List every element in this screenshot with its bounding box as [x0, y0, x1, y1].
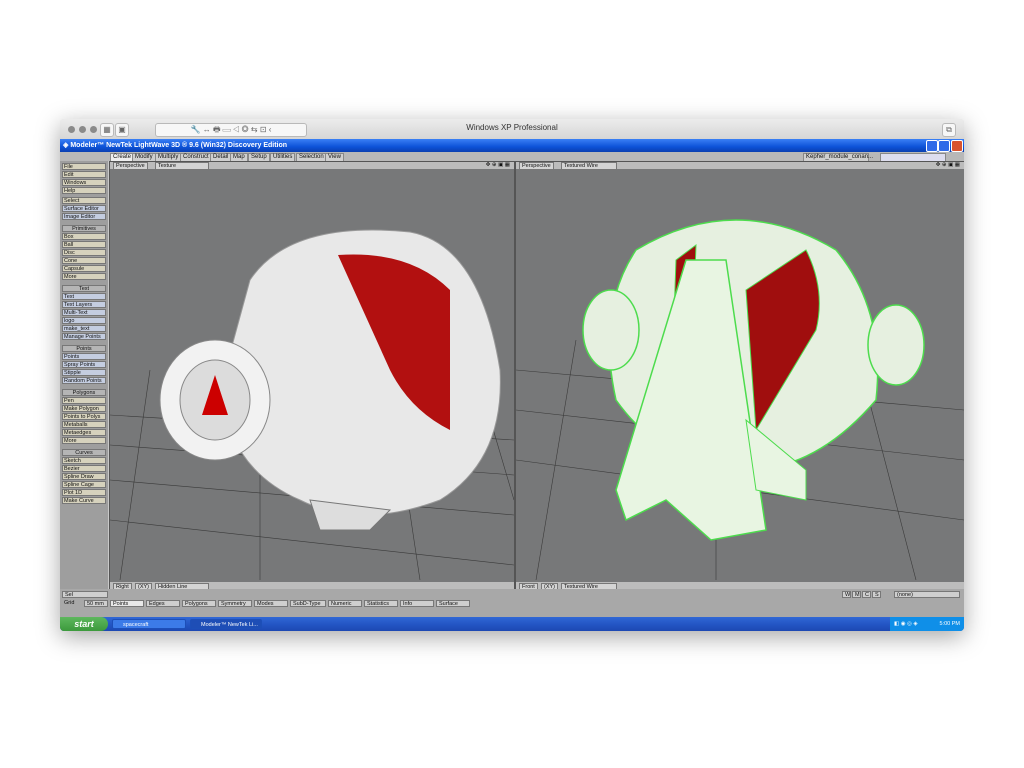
- disc-button[interactable]: Disc: [62, 249, 106, 256]
- clock: 5:00 PM: [939, 621, 960, 627]
- manage-points-button[interactable]: Manage Points: [62, 333, 106, 340]
- menu-tabs: Create Modify Multiply Construct Detail …: [60, 152, 964, 162]
- layer-c-button[interactable]: C: [862, 591, 871, 598]
- edges-mode-button[interactable]: Edges: [146, 600, 180, 607]
- symmetry-button[interactable]: Symmetry: [218, 600, 252, 607]
- text-header: Text: [62, 285, 106, 292]
- make-polygon-button[interactable]: Make Polygon: [62, 405, 106, 412]
- app-icon: ◈: [63, 142, 69, 149]
- render-mode-select[interactable]: Texture: [155, 162, 209, 170]
- surface-editor-button[interactable]: Surface Editor: [62, 205, 106, 212]
- select-menu[interactable]: Select: [62, 197, 106, 204]
- make-curve-button[interactable]: Make Curve: [62, 497, 106, 504]
- subd-type-button[interactable]: SubD-Type: [290, 600, 326, 607]
- layer-w-button[interactable]: W: [842, 591, 851, 598]
- spray-points-button[interactable]: Spray Points: [62, 361, 106, 368]
- stipple-button[interactable]: Stipple: [62, 369, 106, 376]
- points-button[interactable]: Points: [62, 353, 106, 360]
- xp-desktop: ◈ Modeler™ NewTek LightWave 3D ® 9.6 (Wi…: [60, 139, 964, 631]
- grid-label: Grid: [62, 600, 84, 607]
- image-editor-button[interactable]: Image Editor: [62, 213, 106, 220]
- task-modeler[interactable]: Modeler™ NewTek Li...: [190, 619, 262, 629]
- grid-value: 50 mm: [84, 600, 108, 607]
- render-mode-select-right[interactable]: Textured Wire: [561, 162, 617, 170]
- points-mode-button[interactable]: Points: [110, 600, 144, 607]
- info-button[interactable]: Info: [400, 600, 434, 607]
- edit-menu[interactable]: Edit: [62, 171, 106, 178]
- numeric-button[interactable]: Numeric: [328, 600, 362, 607]
- statistics-button[interactable]: Statistics: [364, 600, 398, 607]
- box-button[interactable]: Box: [62, 233, 106, 240]
- text-button[interactable]: Text: [62, 293, 106, 300]
- spline-draw-button[interactable]: Spline Draw: [62, 473, 106, 480]
- modeler-title: Modeler™ NewTek LightWave 3D ® 9.6 (Win3…: [70, 142, 288, 149]
- layer-s-button[interactable]: S: [872, 591, 881, 598]
- taskbar: start spacecraft Modeler™ NewTek Li... ◧…: [60, 617, 964, 631]
- surface-select[interactable]: (none): [894, 591, 960, 598]
- plot-1d-button[interactable]: Plot 1D: [62, 489, 106, 496]
- viewport-controls-icon[interactable]: ✥ ⊕ ▣ ▦: [486, 162, 510, 169]
- ship-textured-view: [110, 229, 514, 580]
- windows-menu[interactable]: Windows: [62, 179, 106, 186]
- layer-m-button[interactable]: M: [852, 591, 861, 598]
- status-bar: Sel Grid 50 mm Points Edges Polygons Sym…: [60, 589, 964, 617]
- ball-button[interactable]: Ball: [62, 241, 106, 248]
- text-layers-button[interactable]: Text Layers: [62, 301, 106, 308]
- sketch-button[interactable]: Sketch: [62, 457, 106, 464]
- fullscreen-icon[interactable]: ⧉: [942, 123, 956, 137]
- view-type-select-right[interactable]: Perspective: [519, 162, 554, 170]
- logo-button[interactable]: logo: [62, 317, 106, 324]
- more-primitives-button[interactable]: More: [62, 273, 106, 280]
- make-text-button[interactable]: make_text: [62, 325, 106, 332]
- curves-header: Curves: [62, 449, 106, 456]
- vm-window: ▦ ▣ 🔧 ↔ 🖶 ▭ ◁ ◎ ⇆ ⊡ ‹ Windows XP Profess…: [60, 119, 964, 631]
- modes-button[interactable]: Modes: [254, 600, 288, 607]
- tray-icons[interactable]: ◧ ◉ ◎ ◈: [894, 621, 918, 627]
- sel-field: Sel: [62, 591, 108, 598]
- capsule-button[interactable]: Capsule: [62, 265, 106, 272]
- cone-button[interactable]: Cone: [62, 257, 106, 264]
- viewport-left-header: Perspective Texture ✥ ⊕ ▣ ▦: [110, 162, 514, 170]
- vm-title: Windows XP Professional: [466, 123, 558, 132]
- random-points-button[interactable]: Random Points: [62, 377, 106, 384]
- viewport-left[interactable]: Perspective Texture ✥ ⊕ ▣ ▦ Right (XY) H…: [109, 161, 515, 591]
- viewport-right-header: Perspective Textured Wire ✥ ⊕ ▣ ▦: [516, 162, 964, 170]
- viewport-right[interactable]: Perspective Textured Wire ✥ ⊕ ▣ ▦ Front: [515, 161, 964, 591]
- close-button[interactable]: [951, 140, 963, 152]
- start-button[interactable]: start: [60, 617, 108, 631]
- points-to-polys-button[interactable]: Points to Polys: [62, 413, 106, 420]
- help-menu[interactable]: Help: [62, 187, 106, 194]
- right-engine: [867, 304, 925, 386]
- primitives-header: Primitives: [62, 225, 106, 232]
- view-type-select[interactable]: Perspective: [113, 162, 148, 170]
- minimize-button[interactable]: [926, 140, 938, 152]
- vm-titlebar: ▦ ▣ 🔧 ↔ 🖶 ▭ ◁ ◎ ⇆ ⊡ ‹ Windows XP Profess…: [60, 119, 964, 140]
- bezier-button[interactable]: Bezier: [62, 465, 106, 472]
- polygons-mode-button[interactable]: Polygons: [182, 600, 216, 607]
- more-polygons-button[interactable]: More: [62, 437, 106, 444]
- maximize-button[interactable]: [938, 140, 950, 152]
- left-engine: [582, 289, 640, 371]
- viewport-controls-icon-right[interactable]: ✥ ⊕ ▣ ▦: [936, 162, 960, 169]
- spline-cage-button[interactable]: Spline Cage: [62, 481, 106, 488]
- pen-button[interactable]: Pen: [62, 397, 106, 404]
- polygons-header: Polygons: [62, 389, 106, 396]
- system-tray: ◧ ◉ ◎ ◈ 5:00 PM: [890, 617, 964, 631]
- surface-button[interactable]: Surface: [436, 600, 470, 607]
- metaedges-button[interactable]: Metaedges: [62, 429, 106, 436]
- toolbar-sidebar: File Edit Windows Help Select Surface Ed…: [60, 161, 108, 589]
- task-spacecraft[interactable]: spacecraft: [112, 619, 186, 629]
- metaballs-button[interactable]: Metaballs: [62, 421, 106, 428]
- modeler-titlebar: ◈ Modeler™ NewTek LightWave 3D ® 9.6 (Wi…: [60, 139, 964, 152]
- multi-text-button[interactable]: Multi-Text: [62, 309, 106, 316]
- points-header: Points: [62, 345, 106, 352]
- ship-wireframe-view: [516, 219, 964, 580]
- file-menu[interactable]: File: [62, 163, 106, 170]
